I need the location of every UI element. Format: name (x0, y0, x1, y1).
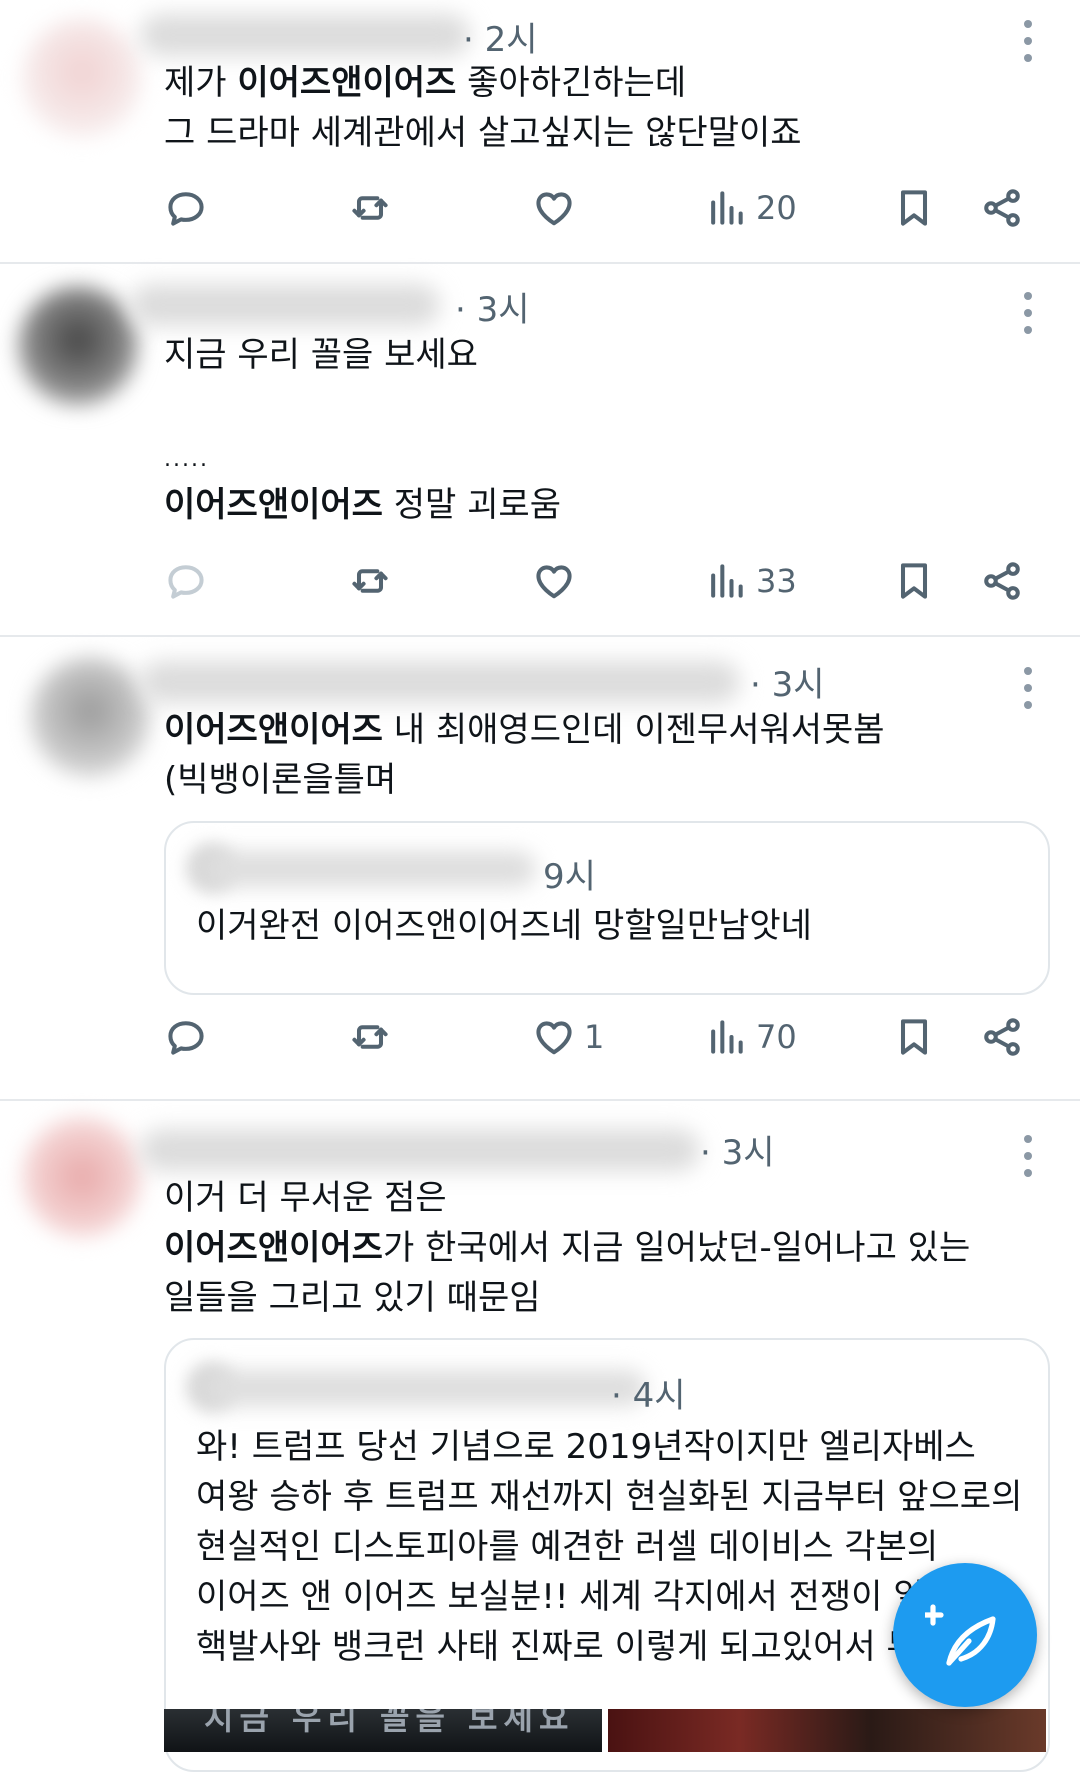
more-options-icon[interactable] (1024, 20, 1032, 62)
author-name[interactable] (130, 284, 440, 326)
reply-button[interactable] (164, 1009, 208, 1065)
compose-button[interactable] (893, 1563, 1037, 1707)
share-icon (984, 1018, 1020, 1056)
heart-icon (536, 192, 572, 226)
like-button[interactable] (532, 553, 584, 609)
reply-icon (168, 1021, 204, 1055)
views-icon (711, 564, 743, 598)
heart-icon (536, 565, 572, 599)
post-2[interactable]: · 3시 지금 우리 꼴을 보세요 ..... 이어즈앤이어즈 정말 괴로움 3… (0, 262, 1080, 637)
repost-button[interactable] (348, 180, 392, 236)
views-count: 20 (756, 189, 797, 227)
views-button[interactable]: 20 (704, 180, 797, 236)
post-text: 지금 우리 꼴을 보세요 ..... 이어즈앤이어즈 정말 괴로움 (164, 335, 561, 525)
quote-author-name (206, 1370, 646, 1406)
author-name[interactable] (140, 1129, 700, 1171)
post-time: · 2시 (463, 20, 538, 60)
avatar[interactable] (22, 1117, 142, 1237)
views-button[interactable]: 70 (704, 1009, 797, 1065)
bookmark-icon (900, 1019, 928, 1055)
reply-button[interactable] (164, 180, 208, 236)
action-bar: 1 70 (164, 1009, 1044, 1065)
repost-icon (352, 1025, 388, 1049)
post-1[interactable]: · 2시 제가 이어즈앤이어즈 좋아하긴하는데 그 드라마 세계관에서 살고싶지… (0, 0, 1080, 264)
post-3[interactable]: · 3시 이어즈앤이어즈 내 최애영드인데 이젠무서워서못봄 (빅뱅이론을틀며 … (0, 635, 1080, 1101)
share-button[interactable] (980, 553, 1024, 609)
like-button[interactable]: 1 (532, 1009, 604, 1065)
reply-icon (168, 565, 204, 599)
post-time: · 3시 (455, 290, 530, 330)
quote-time: 9시 (543, 857, 596, 897)
quoted-post[interactable]: · 4시 와! 트럼프 당선 기념으로 2019년작이지만 엘리자베스 여왕 승… (164, 1338, 1050, 1772)
post-text: 제가 이어즈앤이어즈 좋아하긴하는데 그 드라마 세계관에서 살고싶지는 않단말… (164, 63, 802, 153)
share-icon (984, 562, 1020, 600)
reply-icon (168, 192, 204, 226)
quoted-post[interactable]: 9시 이거완전 이어즈앤이어즈네 망할일만남앗네 (164, 821, 1050, 995)
views-count: 33 (756, 562, 797, 600)
share-button[interactable] (980, 1009, 1024, 1065)
views-icon (711, 1020, 743, 1054)
repost-button[interactable] (348, 1009, 392, 1065)
quote-text: 이거완전 이어즈앤이어즈네 망할일만남앗네 (196, 906, 812, 946)
author-name[interactable] (140, 14, 470, 56)
action-bar: 20 (164, 180, 1044, 236)
views-icon (711, 191, 743, 225)
heart-icon (536, 1021, 572, 1055)
compose-icon (925, 1604, 996, 1666)
views-count: 70 (756, 1018, 797, 1056)
share-button[interactable] (980, 180, 1024, 236)
bookmark-button[interactable] (892, 180, 936, 236)
more-options-icon[interactable] (1024, 292, 1032, 334)
quote-time: · 4시 (611, 1376, 686, 1416)
author-name[interactable] (140, 661, 740, 703)
post-time: · 3시 (750, 665, 825, 705)
quote-image-left[interactable]: 지금 우리 꼴을 보세요 (164, 1709, 602, 1752)
repost-button[interactable] (348, 553, 392, 609)
views-button[interactable]: 33 (704, 553, 797, 609)
image-caption: 지금 우리 꼴을 보세요 (204, 1709, 575, 1737)
repost-icon (352, 569, 388, 593)
post-time: · 3시 (700, 1133, 775, 1173)
avatar[interactable] (22, 18, 142, 138)
more-options-icon[interactable] (1024, 667, 1032, 709)
more-options-icon[interactable] (1024, 1135, 1032, 1177)
quote-image-right[interactable] (608, 1709, 1046, 1752)
bookmark-button[interactable] (892, 553, 936, 609)
post-text: 이어즈앤이어즈 내 최애영드인데 이젠무서워서못봄 (빅뱅이론을틀며 (164, 710, 885, 800)
bookmark-icon (900, 563, 928, 599)
reply-button[interactable] (164, 553, 208, 609)
repost-icon (352, 196, 388, 220)
bookmark-button[interactable] (892, 1009, 936, 1065)
like-count: 1 (584, 1018, 605, 1056)
action-bar: 33 (164, 553, 1044, 609)
bookmark-icon (900, 190, 928, 226)
quote-author-name (206, 851, 536, 887)
share-icon (984, 189, 1020, 227)
post-text: 이거 더 무서운 점은 이어즈앤이어즈가 한국에서 지금 일어났던-일어나고 있… (164, 1178, 971, 1318)
like-button[interactable] (532, 180, 584, 236)
avatar[interactable] (18, 286, 138, 406)
avatar[interactable] (30, 657, 150, 777)
